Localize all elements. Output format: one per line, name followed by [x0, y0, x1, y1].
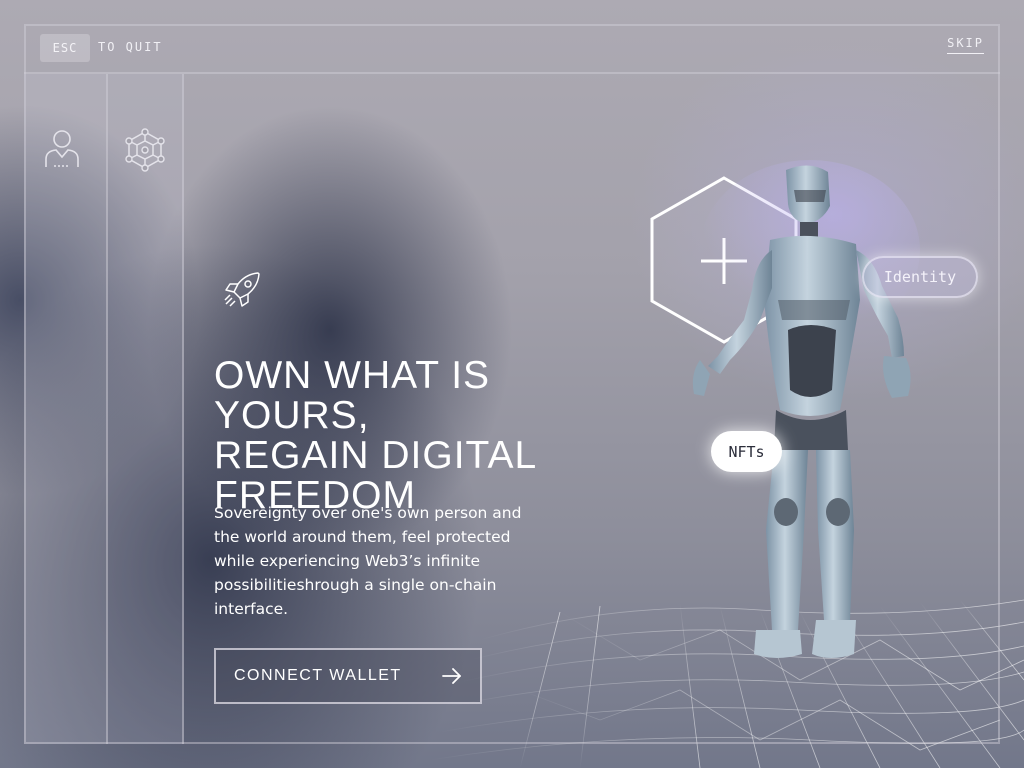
sidebar-panel-network	[108, 74, 184, 744]
top-bar: ESC TO QUIT SKIP	[24, 24, 1000, 74]
connect-wallet-label: CONNECT WALLET	[234, 667, 402, 684]
hero-headline: OWN WHAT IS YOURS, REGAIN DIGITAL FREEDO…	[214, 356, 654, 516]
quit-label: TO QUIT	[98, 40, 163, 54]
esc-key[interactable]: ESC	[40, 34, 90, 62]
rocket-icon	[224, 272, 260, 307]
connect-wallet-button[interactable]: CONNECT WALLET	[214, 648, 482, 704]
skip-button[interactable]: SKIP	[947, 36, 984, 54]
arrow-right-icon	[442, 668, 461, 684]
sidebar-panel-profile	[24, 74, 108, 744]
hero-description: Sovereignty over one's own person and th…	[214, 504, 522, 618]
identity-tag[interactable]: Identity	[862, 256, 978, 298]
user-icon[interactable]	[44, 129, 80, 169]
network-cube-icon[interactable]	[123, 128, 167, 172]
robot-figure	[692, 160, 920, 658]
headline-line: REGAIN DIGITAL	[214, 434, 538, 477]
headline-line: OWN WHAT IS YOURS,	[214, 354, 491, 437]
nfts-tag[interactable]: NFTs	[711, 431, 782, 472]
